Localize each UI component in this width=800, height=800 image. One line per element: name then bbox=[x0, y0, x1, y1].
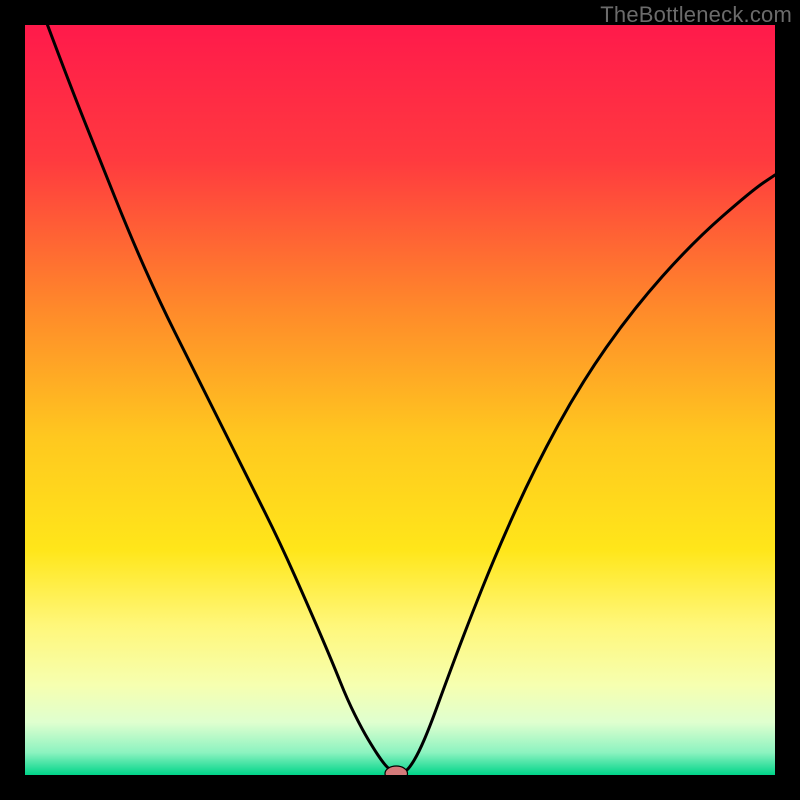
chart-svg bbox=[25, 25, 775, 775]
chart-frame: TheBottleneck.com bbox=[0, 0, 800, 800]
gradient-background bbox=[25, 25, 775, 775]
plot-area bbox=[25, 25, 775, 775]
